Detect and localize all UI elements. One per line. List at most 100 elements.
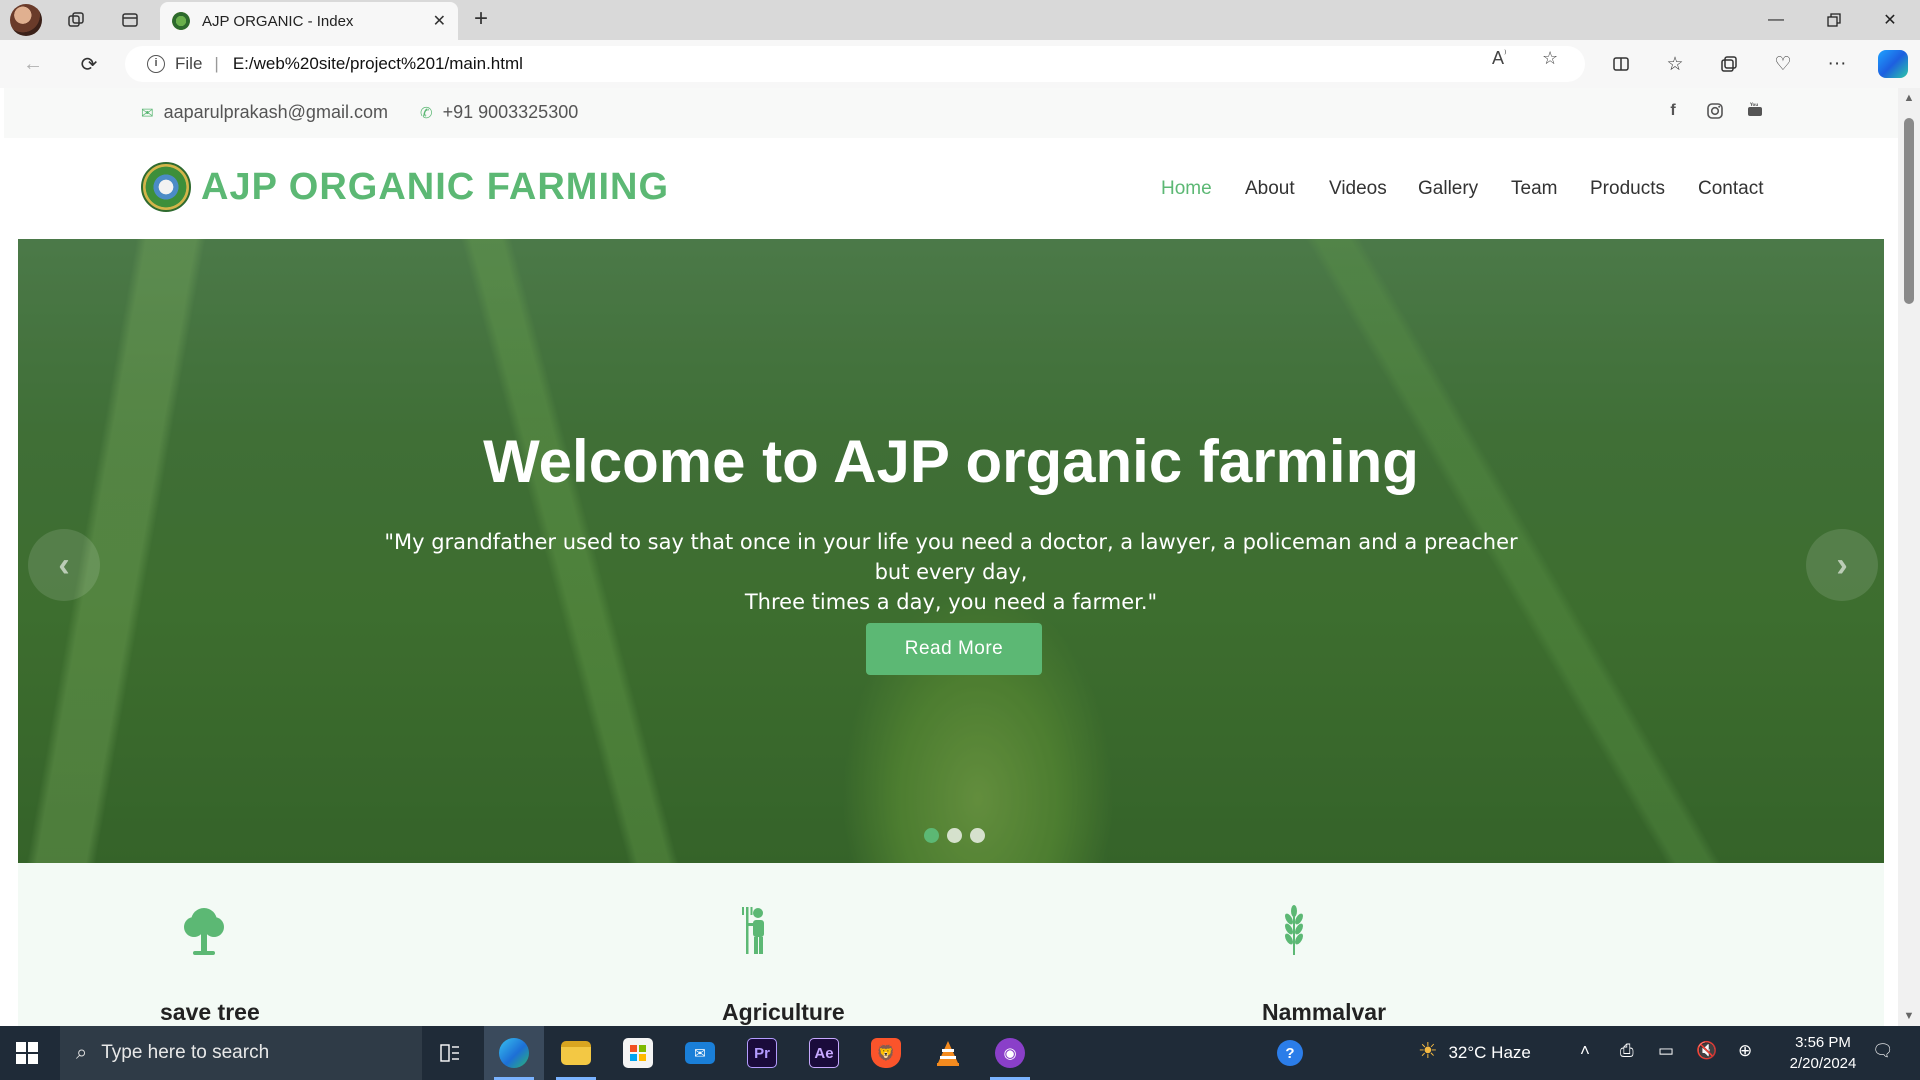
close-window-button[interactable]: ✕ bbox=[1862, 0, 1918, 40]
new-tab-button[interactable]: + bbox=[466, 6, 496, 34]
taskbar-search[interactable]: ⌕ Type here to search bbox=[60, 1026, 422, 1080]
browser-tab-bar: AJP ORGANIC - Index ✕ + — ✕ bbox=[0, 0, 1920, 40]
clock-time: 3:56 PM bbox=[1795, 1034, 1851, 1051]
premiere-pro-icon[interactable]: Pr bbox=[732, 1026, 792, 1080]
favorite-star-icon[interactable]: ☆ bbox=[1542, 48, 1558, 69]
vlc-player-icon[interactable] bbox=[918, 1026, 978, 1080]
hero-quote: "My grandfather used to say that once in… bbox=[378, 527, 1524, 617]
email-contact[interactable]: ✉ aaparulprakash@gmail.com bbox=[141, 102, 388, 123]
carousel-indicators bbox=[924, 828, 985, 843]
site-logo[interactable] bbox=[141, 162, 191, 212]
facebook-icon[interactable]: f bbox=[1662, 102, 1684, 124]
info-icon[interactable]: i bbox=[147, 55, 165, 73]
nav-gallery[interactable]: Gallery bbox=[1418, 178, 1478, 200]
collections-icon[interactable] bbox=[1712, 50, 1746, 78]
tab-title: AJP ORGANIC - Index bbox=[202, 12, 354, 30]
after-effects-icon[interactable]: Ae bbox=[794, 1026, 854, 1080]
restore-button[interactable] bbox=[1806, 0, 1862, 40]
email-text: aaparulprakash@gmail.com bbox=[163, 102, 388, 122]
youtube-icon[interactable]: You bbox=[1744, 102, 1766, 124]
feature-nammalvar: Nammalvar bbox=[1262, 901, 1464, 1025]
nav-team[interactable]: Team bbox=[1511, 178, 1557, 200]
github-desktop-icon[interactable]: ◉ bbox=[980, 1026, 1040, 1080]
carousel-dot-2[interactable] bbox=[947, 828, 962, 843]
hero-title: Welcome to AJP organic farming bbox=[483, 428, 1419, 495]
volume-muted-icon[interactable]: 🔇 bbox=[1696, 1041, 1717, 1061]
notifications-icon[interactable]: 🗨 bbox=[1872, 1041, 1894, 1061]
profile-avatar[interactable] bbox=[10, 4, 42, 36]
favorites-icon[interactable]: ☆ bbox=[1658, 50, 1692, 78]
help-icon[interactable]: ? bbox=[1260, 1026, 1320, 1080]
hero-quote-line-1: "My grandfather used to say that once in… bbox=[384, 530, 1518, 584]
file-explorer-icon[interactable] bbox=[546, 1026, 606, 1080]
scroll-up-icon[interactable]: ▲ bbox=[1903, 92, 1915, 104]
url-text[interactable]: E:/web%20site/project%201/main.html bbox=[233, 54, 523, 74]
brand-name[interactable]: AJP ORGANIC FARMING bbox=[201, 166, 669, 209]
read-aloud-icon[interactable]: A⁾ bbox=[1492, 48, 1506, 69]
phone-text: +91 9003325300 bbox=[442, 102, 579, 122]
minimize-button[interactable]: — bbox=[1748, 0, 1804, 40]
windows-taskbar: ⌕ Type here to search ✉ Pr Ae 🦁 ◉ ? ☀ 32… bbox=[0, 1026, 1920, 1080]
search-icon: ⌕ bbox=[76, 1041, 88, 1064]
hero-quote-line-2: Three times a day, you need a farmer." bbox=[744, 590, 1158, 614]
scroll-thumb[interactable] bbox=[1904, 118, 1914, 304]
nav-products[interactable]: Products bbox=[1590, 178, 1665, 200]
network-globe-icon[interactable]: ⊕ bbox=[1738, 1041, 1752, 1061]
url-separator: | bbox=[214, 54, 219, 73]
store-app-icon[interactable] bbox=[608, 1026, 668, 1080]
brave-browser-icon[interactable]: 🦁 bbox=[856, 1026, 916, 1080]
carousel-prev-icon[interactable]: ‹ bbox=[28, 529, 100, 601]
more-menu-icon[interactable]: ··· bbox=[1820, 50, 1854, 78]
read-more-button[interactable]: Read More bbox=[866, 623, 1042, 675]
workspaces-icon[interactable] bbox=[60, 6, 92, 34]
carousel-next-icon[interactable]: › bbox=[1806, 529, 1878, 601]
tree-icon bbox=[184, 908, 224, 955]
nav-videos[interactable]: Videos bbox=[1329, 178, 1387, 200]
phone-contact[interactable]: ✆ +91 9003325300 bbox=[420, 102, 578, 123]
instagram-icon[interactable] bbox=[1704, 102, 1726, 124]
show-hidden-icons-icon[interactable]: ˄ bbox=[1580, 1041, 1590, 1061]
weather-icon: ☀ bbox=[1418, 1038, 1438, 1063]
clock-date: 2/20/2024 bbox=[1789, 1055, 1857, 1072]
nav-about[interactable]: About bbox=[1245, 178, 1295, 200]
site-favicon-icon bbox=[172, 12, 190, 30]
meet-now-icon[interactable]: ⎙ bbox=[1620, 1041, 1634, 1061]
task-view-icon[interactable] bbox=[420, 1026, 480, 1080]
system-clock[interactable]: 3:56 PM 2/20/2024 bbox=[1778, 1032, 1868, 1074]
copilot-icon[interactable] bbox=[1878, 50, 1908, 78]
vertical-tabs-icon[interactable] bbox=[114, 6, 146, 34]
carousel-dot-3[interactable] bbox=[970, 828, 985, 843]
nav-home[interactable]: Home bbox=[1161, 178, 1212, 200]
taskbar-search-placeholder: Type here to search bbox=[101, 1042, 270, 1063]
close-tab-icon[interactable]: ✕ bbox=[433, 11, 446, 31]
mail-app-icon[interactable]: ✉ bbox=[670, 1026, 730, 1080]
weather-widget[interactable]: ☀ 32°C Haze bbox=[1418, 1038, 1531, 1064]
active-tab[interactable]: AJP ORGANIC - Index ✕ bbox=[160, 2, 458, 40]
envelope-icon: ✉ bbox=[141, 104, 154, 122]
features-section: save tree Agriculture Nammalvar bbox=[18, 863, 1884, 1026]
back-button[interactable]: ← bbox=[18, 50, 48, 78]
edge-app-icon[interactable] bbox=[484, 1026, 544, 1080]
feature-save-tree: save tree bbox=[160, 901, 374, 1025]
carousel-dot-1[interactable] bbox=[924, 828, 939, 843]
weather-text: 32°C Haze bbox=[1448, 1043, 1531, 1062]
scroll-down-icon[interactable]: ▼ bbox=[1903, 1010, 1915, 1022]
main-navbar: AJP ORGANIC FARMING Home About Videos Ga… bbox=[4, 138, 1898, 238]
farmer-icon bbox=[742, 907, 764, 954]
wheat-icon bbox=[1285, 905, 1303, 955]
feature-title-save-tree: save tree bbox=[160, 999, 260, 1025]
feature-title-nammalvar: Nammalvar bbox=[1262, 999, 1387, 1025]
url-scheme-label: File bbox=[175, 54, 203, 73]
nav-contact[interactable]: Contact bbox=[1698, 178, 1763, 200]
page-viewport: ✉ aaparulprakash@gmail.com ✆ +91 9003325… bbox=[4, 88, 1898, 1026]
hero-carousel: Welcome to AJP organic farming "My grand… bbox=[18, 239, 1884, 863]
page-scrollbar[interactable]: ▲ ▼ bbox=[1898, 88, 1920, 1026]
split-screen-icon[interactable] bbox=[1604, 50, 1638, 78]
phone-icon: ✆ bbox=[420, 104, 433, 122]
browser-essentials-icon[interactable]: ♡ bbox=[1766, 50, 1800, 78]
windows-start-icon[interactable] bbox=[16, 1042, 38, 1064]
battery-icon[interactable]: ▭ bbox=[1658, 1041, 1674, 1061]
address-toolbar: ← ⟳ i File | E:/web%20site/project%201/m… bbox=[0, 40, 1920, 88]
address-bar[interactable]: i File | E:/web%20site/project%201/main.… bbox=[125, 46, 1585, 82]
reload-button[interactable]: ⟳ bbox=[74, 50, 104, 78]
